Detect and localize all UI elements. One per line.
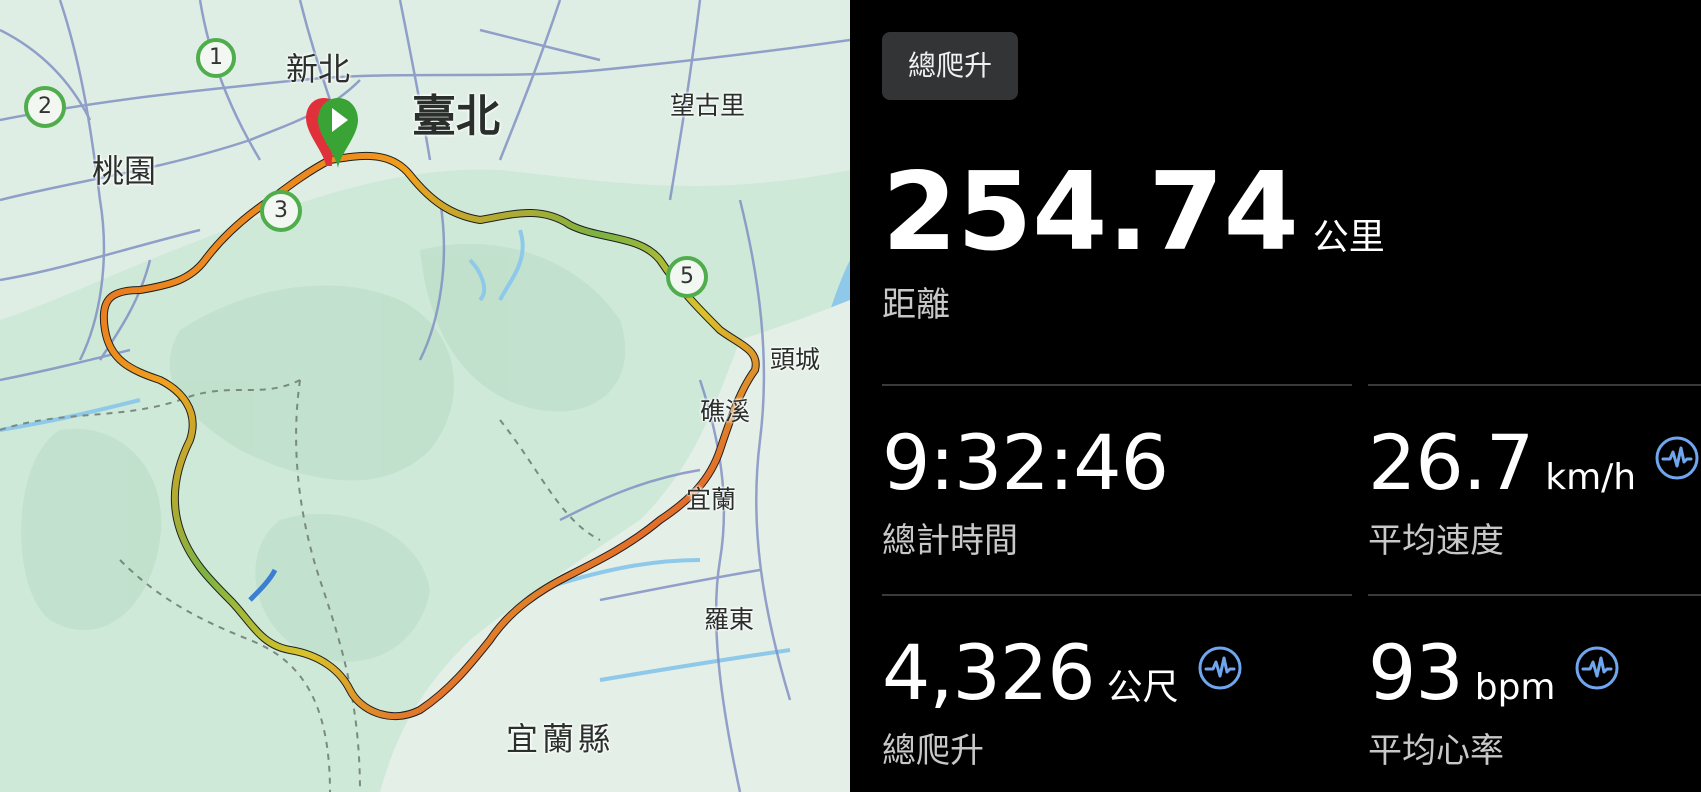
distance-unit: 公里 [1312, 217, 1385, 258]
stat-moving-time: 9:32:46 總計時間 [882, 418, 1169, 562]
divider [1368, 384, 1701, 386]
place-label-yilan-county: 宜蘭縣 [506, 720, 615, 758]
moving-time-value: 9:32:46 [882, 418, 1169, 507]
stat-elevation-gain: 4,326 公尺 總爬升 [882, 628, 1243, 772]
avg-speed-label: 平均速度 [1368, 521, 1504, 561]
stat-avg-heart-rate: 93 bpm 平均心率 [1368, 628, 1620, 772]
avg-hr-value: 93 [1368, 628, 1464, 717]
stat-avg-speed: 26.7 km/h 平均速度 [1368, 418, 1700, 562]
avg-speed-unit: km/h [1545, 457, 1637, 498]
elevation-gain-label: 總爬升 [882, 731, 984, 771]
place-label-wangguli: 望古里 [670, 91, 746, 120]
heart-rate-wave-icon[interactable] [1654, 435, 1700, 481]
place-label-yilan: 宜蘭 [686, 485, 737, 514]
route-map[interactable]: 1 2 3 5 新北 臺北 桃園 望古里 頭城 礁溪 宜蘭 羅東 宜蘭縣 [0, 0, 850, 792]
elevation-gain-unit: 公尺 [1106, 667, 1179, 708]
start-marker[interactable] [306, 96, 366, 170]
place-label-luodong: 羅東 [704, 605, 755, 634]
distance-label: 距離 [882, 285, 950, 325]
avg-hr-unit: bpm [1474, 667, 1556, 708]
activity-stats-panel: 總爬升 254.74 公里 距離 9:32:46 總計時間 26.7 km/h … [850, 0, 1701, 792]
avg-speed-value: 26.7 [1368, 418, 1534, 507]
avg-hr-label: 平均心率 [1368, 731, 1504, 771]
place-label-jiaoxi: 礁溪 [700, 397, 751, 426]
place-label-xinbei: 新北 [286, 50, 351, 88]
place-label-taipei: 臺北 [412, 91, 500, 142]
route-marker-5[interactable]: 5 [666, 256, 708, 298]
route-marker-3[interactable]: 3 [260, 190, 302, 232]
play-icon [306, 98, 358, 168]
elevation-gain-value: 4,326 [882, 628, 1096, 717]
divider [882, 384, 1352, 386]
stat-distance: 254.74 公里 距離 [882, 150, 1385, 326]
divider [882, 594, 1352, 596]
route-marker-2[interactable]: 2 [24, 86, 66, 128]
distance-value: 254.74 [882, 150, 1299, 275]
place-label-toucheng: 頭城 [770, 345, 821, 374]
heart-rate-wave-icon[interactable] [1574, 645, 1620, 691]
place-label-taoyuan: 桃園 [92, 152, 157, 190]
heart-rate-wave-icon[interactable] [1197, 645, 1243, 691]
divider [1368, 594, 1701, 596]
metric-chip[interactable]: 總爬升 [882, 32, 1019, 100]
route-marker-1[interactable]: 1 [196, 38, 236, 78]
moving-time-label: 總計時間 [882, 521, 1018, 561]
